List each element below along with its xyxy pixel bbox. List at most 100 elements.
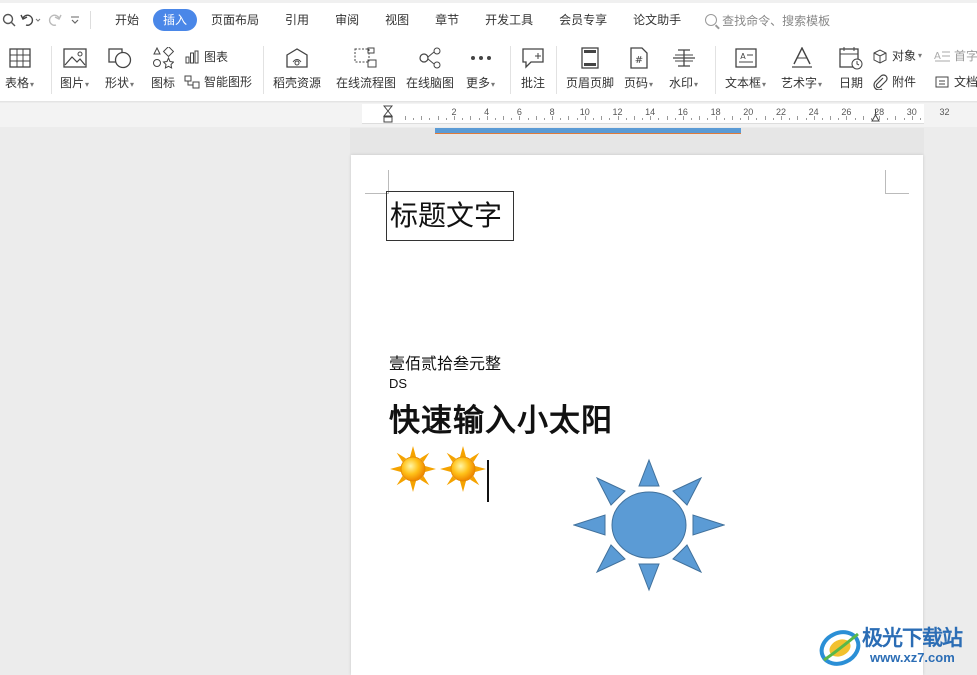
wordart-label: 艺术字 bbox=[781, 76, 818, 90]
online-flowchart-label: 在线流程图 bbox=[336, 76, 397, 90]
ruler-tick bbox=[830, 116, 832, 120]
ruler-tick bbox=[503, 116, 505, 120]
ruler-tick bbox=[511, 118, 513, 120]
ruler-tick bbox=[666, 116, 668, 120]
picture-button[interactable]: 图片▾ bbox=[60, 40, 89, 91]
document-page[interactable]: 标题文字 壹佰贰拾叁元整 DS 快速输入小太阳 bbox=[351, 155, 923, 675]
header-footer-button[interactable]: 页眉页脚 bbox=[566, 40, 614, 91]
table-icon bbox=[7, 45, 33, 71]
ruler-number: 10 bbox=[579, 107, 590, 117]
ruler-tick bbox=[903, 118, 905, 120]
tab-thesis-assistant[interactable]: 论文助手 bbox=[621, 9, 693, 31]
tab-sections[interactable]: 章节 bbox=[423, 9, 471, 31]
ruler-tick bbox=[895, 116, 897, 120]
online-flowchart-button[interactable]: 在线流程图 bbox=[336, 40, 396, 91]
ruler-tick bbox=[445, 118, 447, 120]
sun-emoji-icon[interactable] bbox=[439, 445, 487, 493]
flowchart-icon bbox=[353, 45, 379, 71]
attachment-label: 附件 bbox=[892, 75, 917, 89]
docer-resources-button[interactable]: 稻壳资源 bbox=[273, 40, 321, 91]
command-search[interactable]: 查找命令、搜索模板 bbox=[705, 12, 830, 29]
indent-marker-icon[interactable] bbox=[383, 105, 393, 123]
ruler-tick bbox=[862, 116, 864, 120]
date-button[interactable]: 日期 bbox=[838, 40, 864, 91]
undo-icon[interactable] bbox=[18, 10, 44, 30]
docer-resources-icon bbox=[284, 45, 310, 71]
margin-corner-top-right bbox=[885, 170, 909, 194]
more-button[interactable]: 更多▾ bbox=[466, 40, 495, 91]
sun-shape[interactable] bbox=[573, 458, 725, 592]
ruler-number: 22 bbox=[775, 107, 787, 117]
document-button[interactable]: 文档 bbox=[934, 73, 977, 90]
ruler-tick bbox=[609, 118, 611, 120]
ruler-tick bbox=[568, 116, 570, 120]
comment-button[interactable]: 批注 bbox=[520, 40, 546, 91]
more-label: 更多 bbox=[466, 76, 491, 90]
tab-view[interactable]: 视图 bbox=[373, 9, 421, 31]
table-label: 表格 bbox=[5, 76, 30, 90]
ruler-tick bbox=[674, 118, 676, 120]
ruler-tick bbox=[437, 116, 439, 120]
ruler-tick bbox=[543, 118, 545, 120]
tab-home[interactable]: 开始 bbox=[103, 9, 151, 31]
ruler-tick bbox=[740, 118, 742, 120]
print-preview-icon[interactable] bbox=[0, 10, 18, 30]
table-button[interactable]: 表格▾ bbox=[5, 40, 34, 91]
textbox-label: 文本框 bbox=[725, 76, 762, 90]
heading-text[interactable]: 快速输入小太阳 bbox=[389, 395, 613, 440]
tab-review[interactable]: 审阅 bbox=[323, 9, 371, 31]
ruler-tick bbox=[691, 118, 693, 120]
ruler-tick bbox=[625, 118, 627, 120]
attachment-button[interactable]: 附件 bbox=[872, 73, 916, 90]
page-number-label: 页码 bbox=[624, 76, 649, 90]
picture-icon bbox=[62, 45, 88, 71]
wordart-button[interactable]: 艺术字▾ bbox=[781, 40, 822, 91]
smart-graphic-button[interactable]: 智能图形 bbox=[184, 73, 252, 90]
smart-graphic-label: 智能图形 bbox=[204, 75, 253, 89]
ribbon-separator bbox=[510, 46, 511, 94]
ruler-tick bbox=[756, 118, 758, 120]
ds-text[interactable]: DS bbox=[389, 376, 407, 391]
ruler-tick bbox=[560, 118, 562, 120]
sun-emoji-icon[interactable] bbox=[389, 445, 437, 493]
tab-member[interactable]: 会员专享 bbox=[547, 9, 619, 31]
object-label: 对象 bbox=[892, 49, 917, 63]
date-icon bbox=[838, 45, 864, 71]
online-mindmap-button[interactable]: 在线脑图 bbox=[406, 40, 454, 91]
chart-button[interactable]: 图表 bbox=[184, 48, 228, 65]
tab-developer[interactable]: 开发工具 bbox=[473, 9, 545, 31]
ruler-tick bbox=[887, 118, 889, 120]
tab-insert[interactable]: 插入 bbox=[153, 9, 198, 31]
ruler-tick bbox=[805, 118, 807, 120]
ruler-tick bbox=[772, 118, 774, 120]
title-textbox[interactable]: 标题文字 bbox=[386, 191, 514, 241]
textbox-button[interactable]: A 文本框▾ bbox=[725, 40, 766, 91]
ruler-tick bbox=[699, 116, 701, 120]
amount-text[interactable]: 壹佰贰拾叁元整 bbox=[389, 350, 501, 374]
drop-cap-button[interactable]: A 首字 bbox=[934, 47, 977, 64]
ruler-tick bbox=[658, 118, 660, 120]
online-mindmap-label: 在线脑图 bbox=[406, 76, 455, 90]
shape-button[interactable]: 形状▾ bbox=[105, 40, 134, 91]
ribbon-separator bbox=[556, 46, 557, 94]
horizontal-ruler[interactable]: 2 4 6 8 10 12 14 16 18 20 22 24 26 28 30 32 bbox=[362, 104, 950, 124]
quick-access-toolbar bbox=[0, 0, 97, 40]
page-number-button[interactable]: # 页码▾ bbox=[624, 40, 653, 91]
ruler-tick bbox=[633, 116, 635, 120]
icons-button[interactable]: 图标 bbox=[150, 40, 176, 91]
object-button[interactable]: 对象 ▾ bbox=[872, 47, 922, 64]
ruler-tick bbox=[764, 116, 766, 120]
redo-icon[interactable] bbox=[44, 10, 66, 30]
chart-label: 图表 bbox=[204, 50, 229, 64]
chart-icon bbox=[184, 49, 200, 65]
tab-page-layout[interactable]: 页面布局 bbox=[199, 9, 271, 31]
ruler-tick bbox=[462, 118, 464, 120]
ruler-tick bbox=[731, 116, 733, 120]
textbox-icon: A bbox=[733, 45, 759, 71]
customize-toolbar-icon[interactable] bbox=[66, 10, 84, 30]
watermark-button[interactable]: 水印▾ bbox=[669, 40, 698, 91]
tab-references[interactable]: 引用 bbox=[273, 9, 321, 31]
ruler-tick bbox=[576, 118, 578, 120]
ruler-number: 2 bbox=[451, 107, 457, 117]
toolbar-separator bbox=[90, 11, 91, 29]
